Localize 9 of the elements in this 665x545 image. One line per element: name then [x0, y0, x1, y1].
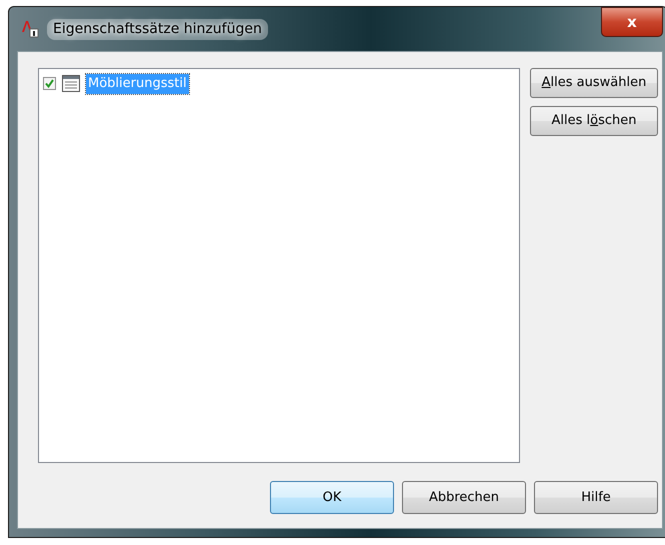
- close-button[interactable]: x: [601, 7, 663, 37]
- document-icon: [62, 75, 80, 92]
- cancel-button[interactable]: Abbrechen: [402, 481, 526, 514]
- checkbox[interactable]: [43, 77, 56, 90]
- clear-all-button[interactable]: Alles löschen: [530, 106, 658, 136]
- app-icon: [21, 20, 39, 38]
- ok-button[interactable]: OK: [270, 481, 394, 514]
- select-all-button[interactable]: Alles auswählen: [530, 68, 658, 98]
- help-button[interactable]: Hilfe: [534, 481, 658, 514]
